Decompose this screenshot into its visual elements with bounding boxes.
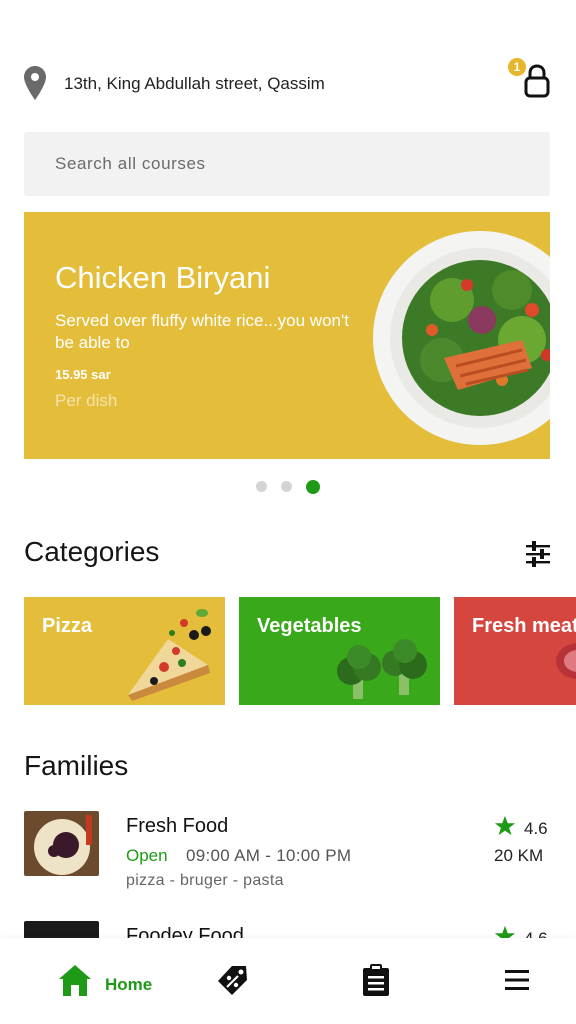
nav-home-label: Home bbox=[105, 975, 153, 994]
star-icon bbox=[494, 815, 516, 836]
pagination-dot[interactable] bbox=[281, 481, 292, 493]
family-status: Open bbox=[126, 846, 168, 865]
location-bar[interactable]: 13th, King Abdullah street, Qassim 1 bbox=[24, 58, 552, 104]
map-pin-icon bbox=[24, 66, 46, 100]
discount-tag-icon bbox=[218, 966, 247, 995]
family-hours: 09:00 AM - 10:00 PM bbox=[186, 846, 352, 865]
pagination-dot-active[interactable] bbox=[306, 479, 321, 494]
pagination-dot[interactable] bbox=[255, 481, 267, 493]
search-input[interactable] bbox=[24, 132, 550, 196]
broccoli-image bbox=[337, 639, 427, 699]
categories-list: Pizza Vegetables Fresh meat bbox=[24, 597, 576, 705]
nav-orders[interactable] bbox=[361, 963, 391, 999]
family-thumbnail bbox=[24, 811, 99, 876]
banner-title: Chicken Biryani bbox=[55, 260, 271, 295]
categories-title: Categories bbox=[24, 536, 160, 567]
menu-icon bbox=[505, 970, 529, 990]
family-rating: 4.6 bbox=[524, 819, 548, 838]
home-icon bbox=[59, 965, 91, 996]
banner-pagination bbox=[0, 478, 576, 496]
nav-offers[interactable] bbox=[216, 963, 250, 999]
nav-home[interactable]: Home bbox=[58, 963, 168, 999]
banner-price: 15.95 sar bbox=[55, 367, 111, 382]
category-card-vegetables[interactable]: Vegetables bbox=[239, 597, 440, 705]
meat-image bbox=[556, 643, 576, 679]
nav-menu[interactable] bbox=[504, 963, 530, 999]
sliders-icon[interactable] bbox=[524, 540, 552, 568]
category-card-pizza[interactable]: Pizza bbox=[24, 597, 225, 705]
category-label: Pizza bbox=[42, 615, 93, 637]
family-distance: 20 KM bbox=[494, 846, 544, 865]
salad-plate-image bbox=[373, 231, 550, 445]
banner-description: Served over fluffy white rice...you won'… bbox=[55, 311, 349, 352]
promo-banner[interactable]: Chicken Biryani Served over fluffy white… bbox=[24, 212, 550, 459]
search-box[interactable] bbox=[24, 132, 550, 196]
category-card-fresh-meat[interactable]: Fresh meat bbox=[454, 597, 576, 705]
families-title: Families bbox=[24, 750, 129, 781]
cart-button[interactable]: 1 bbox=[508, 58, 552, 102]
family-list-item[interactable]: Fresh Food Open 09:00 AM - 10:00 PM pizz… bbox=[24, 811, 552, 889]
location-address: 13th, King Abdullah street, Qassim bbox=[64, 74, 325, 93]
category-label: Fresh meat bbox=[472, 615, 576, 637]
banner-price-unit: Per dish bbox=[55, 391, 118, 410]
category-label: Vegetables bbox=[257, 615, 362, 637]
pizza-slice-image bbox=[128, 609, 211, 701]
lock-icon bbox=[524, 64, 550, 98]
family-name: Fresh Food bbox=[126, 815, 229, 837]
clipboard-icon bbox=[363, 964, 389, 996]
family-tags: pizza - bruger - pasta bbox=[126, 872, 284, 889]
